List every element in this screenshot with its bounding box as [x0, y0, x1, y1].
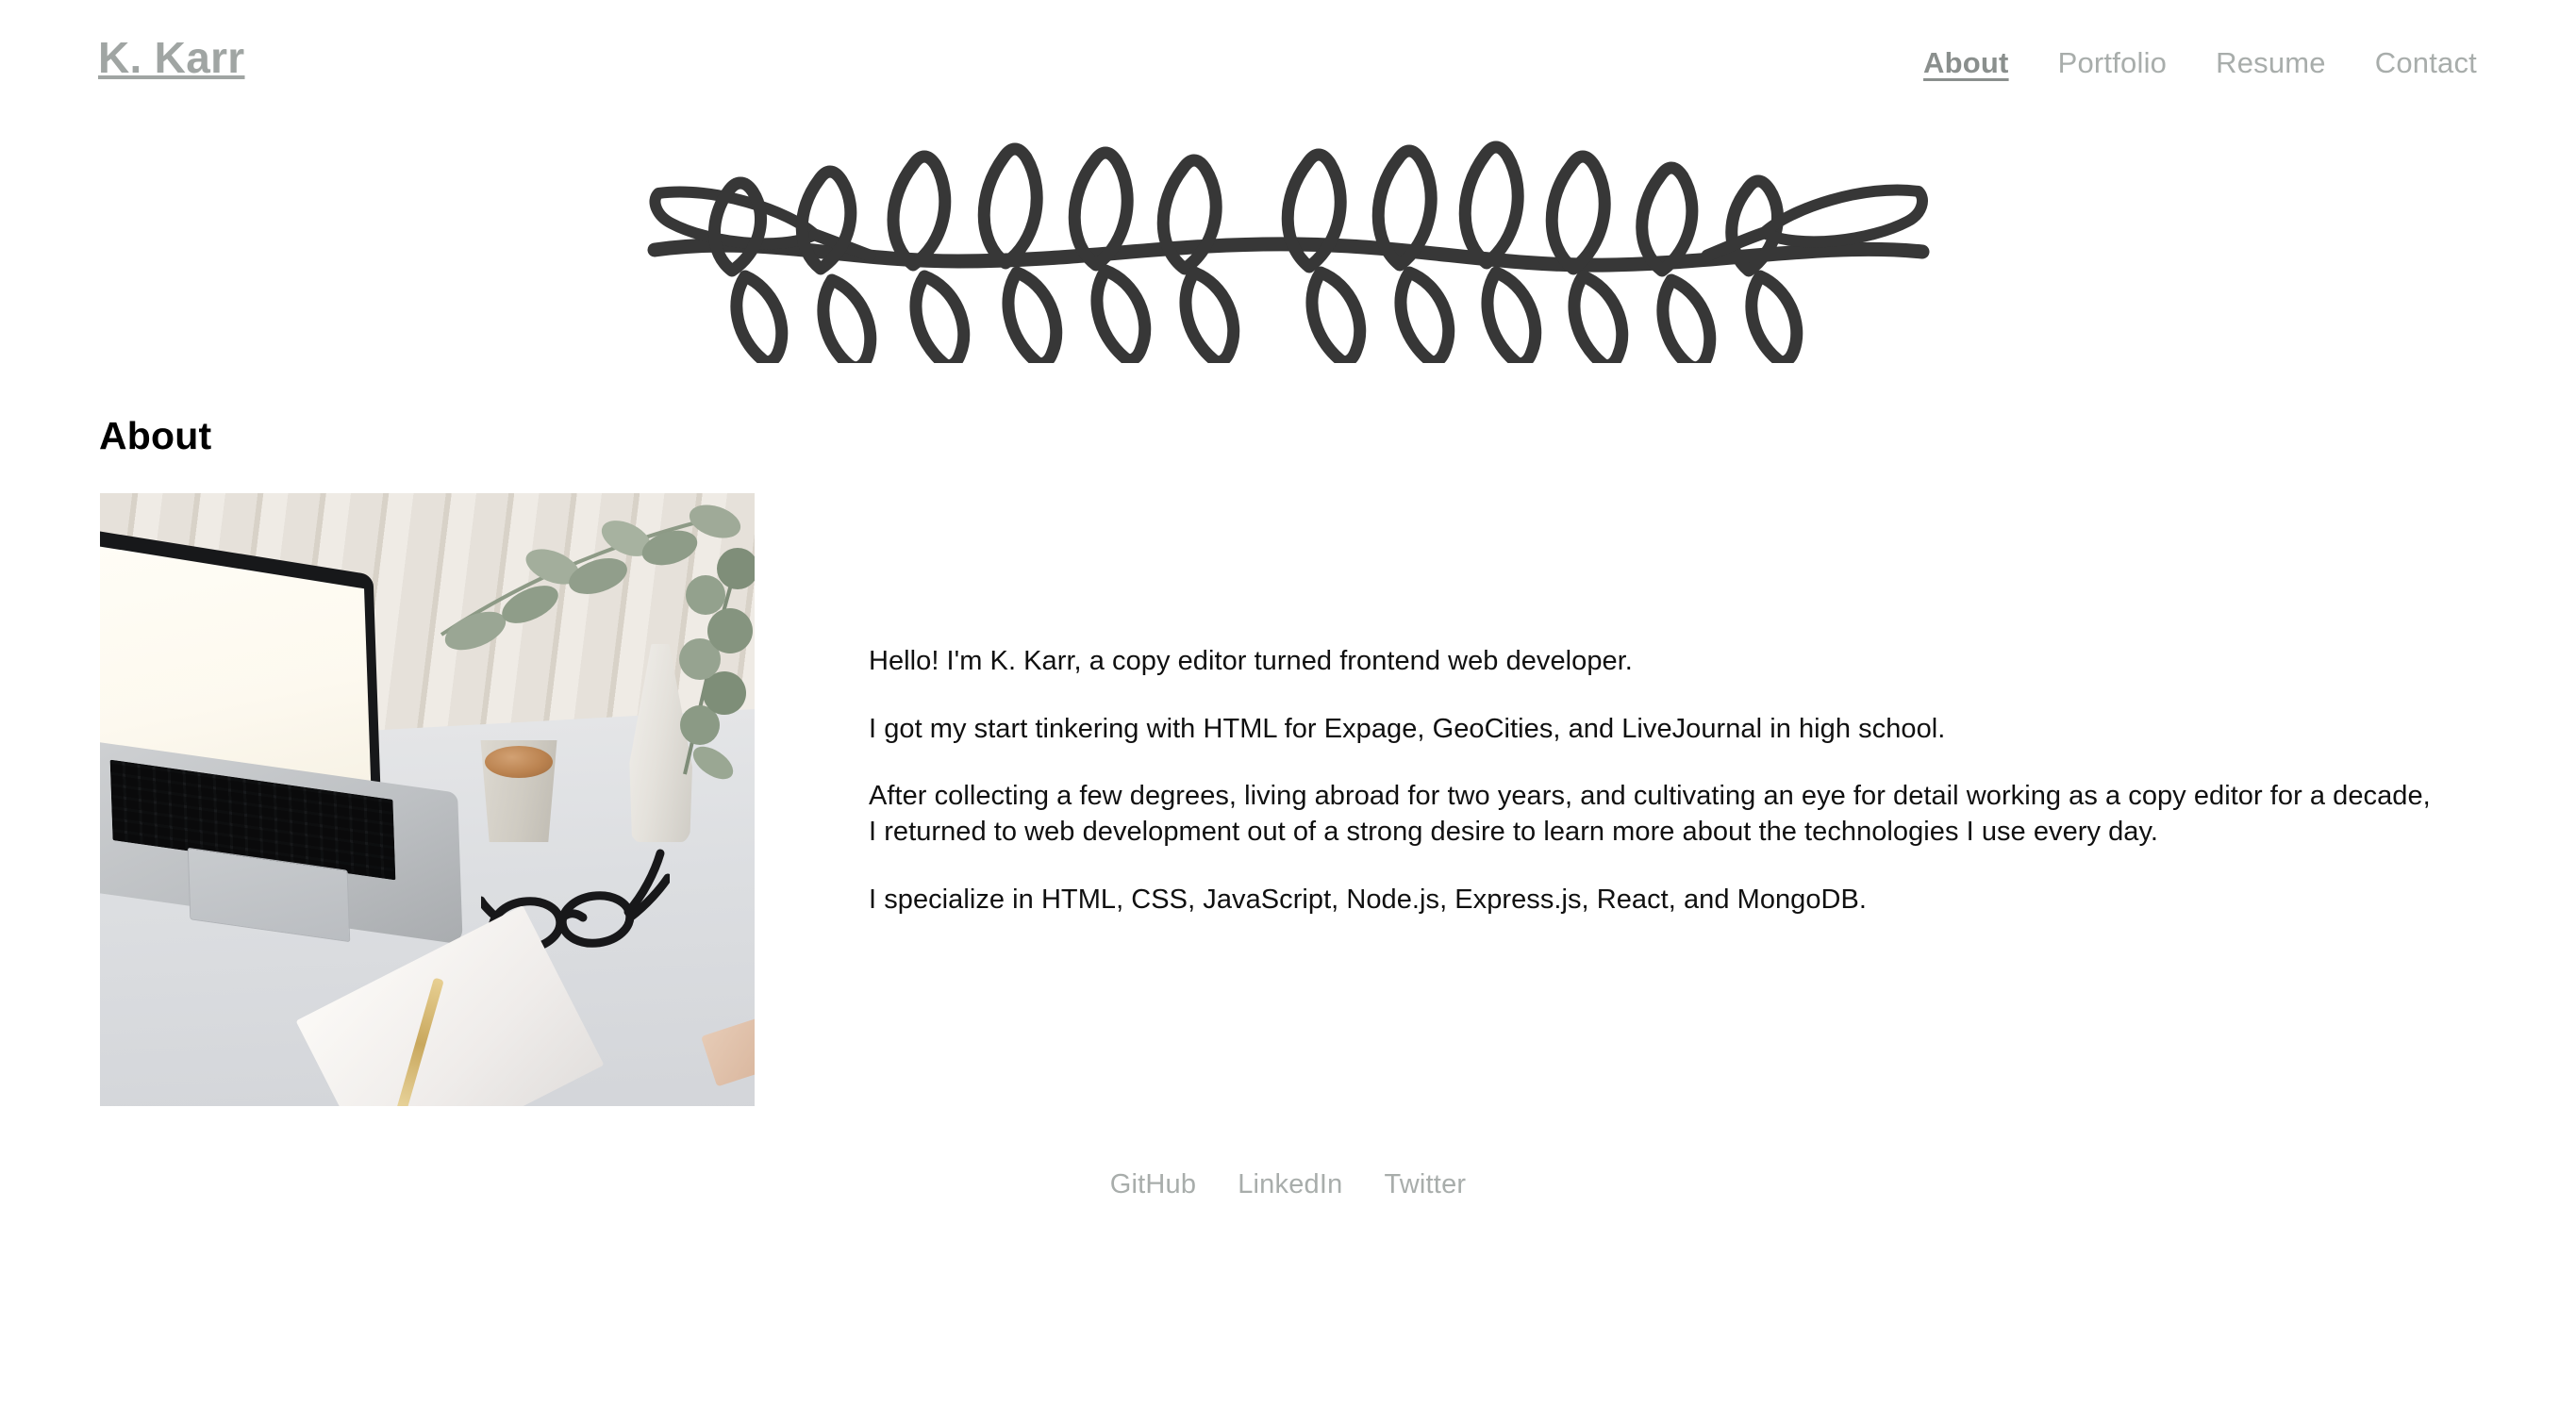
- nav-link-resume[interactable]: Resume: [2216, 45, 2326, 80]
- about-paragraph-1: Hello! I'm K. Karr, a copy editor turned…: [869, 646, 1633, 676]
- laurel-divider: [0, 132, 2576, 368]
- about-photo: [100, 493, 755, 1106]
- about-paragraph-2: I got my start tinkering with HTML for E…: [869, 713, 1946, 744]
- about-section: Hello! I'm K. Karr, a copy editor turned…: [100, 493, 2477, 1106]
- page-root: K. Karr About Portfolio Resume Contact A…: [0, 0, 2576, 1422]
- site-footer: GitHub LinkedIn Twitter: [0, 1169, 2576, 1200]
- main-navigation: About Portfolio Resume Contact: [1923, 45, 2477, 80]
- nav-link-portfolio[interactable]: Portfolio: [2058, 45, 2168, 80]
- page-title: About: [99, 414, 212, 457]
- footer-link-github[interactable]: GitHub: [1110, 1169, 1196, 1200]
- about-paragraph-3: After collecting a few degrees, living a…: [869, 781, 2431, 848]
- site-header: K. Karr About Portfolio Resume Contact: [0, 0, 2576, 141]
- about-paragraph-4: I specialize in HTML, CSS, JavaScript, N…: [869, 884, 1868, 915]
- photo-eucalyptus-vase-stems: [679, 548, 755, 780]
- nav-link-contact[interactable]: Contact: [2375, 45, 2477, 80]
- desk-workspace-photo: [100, 493, 755, 1106]
- footer-link-linkedin[interactable]: LinkedIn: [1238, 1169, 1342, 1200]
- photo-coffee-liquid: [485, 746, 553, 778]
- nav-link-about[interactable]: About: [1923, 45, 2009, 80]
- site-brand-logo[interactable]: K. Karr: [98, 36, 245, 79]
- about-text-block: Hello! I'm K. Karr, a copy editor turned…: [755, 493, 2477, 918]
- footer-link-twitter[interactable]: Twitter: [1384, 1169, 1466, 1200]
- laurel-branch-icon: [647, 141, 1929, 363]
